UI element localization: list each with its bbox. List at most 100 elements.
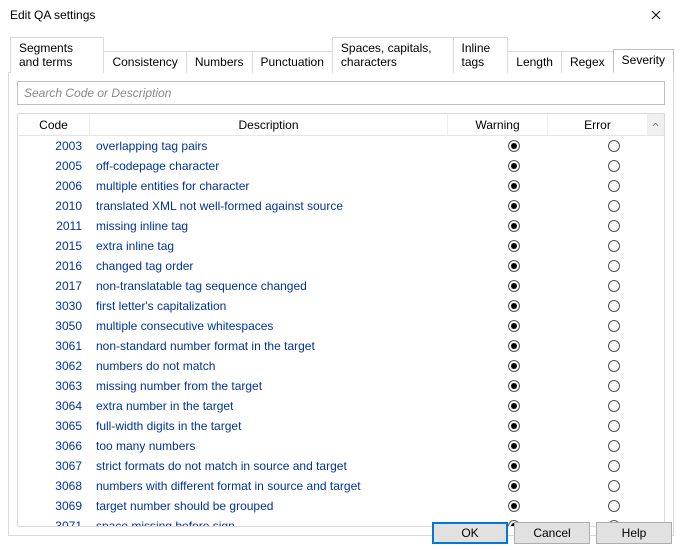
radio-button[interactable] — [608, 240, 620, 252]
cell-warning — [464, 280, 564, 292]
radio-button[interactable] — [508, 480, 520, 492]
radio-button[interactable] — [608, 280, 620, 292]
table-row[interactable]: 3064extra number in the target — [18, 396, 664, 416]
cell-error — [564, 420, 664, 432]
search-input[interactable] — [24, 86, 658, 100]
tab-segments-and-terms[interactable]: Segments and terms — [10, 37, 104, 73]
radio-button[interactable] — [508, 300, 520, 312]
header-description[interactable]: Description — [90, 114, 448, 135]
table-row[interactable]: 2017non-translatable tag sequence change… — [18, 276, 664, 296]
radio-button[interactable] — [608, 440, 620, 452]
cell-warning — [464, 300, 564, 312]
cell-description: overlapping tag pairs — [90, 139, 464, 153]
cell-description: numbers do not match — [90, 359, 464, 373]
titlebar: Edit QA settings — [0, 0, 682, 30]
radio-button[interactable] — [508, 440, 520, 452]
table-row[interactable]: 2015extra inline tag — [18, 236, 664, 256]
radio-button[interactable] — [508, 380, 520, 392]
cell-warning — [464, 460, 564, 472]
tab-numbers[interactable]: Numbers — [186, 51, 253, 73]
radio-dot — [511, 323, 517, 329]
radio-button[interactable] — [608, 220, 620, 232]
radio-button[interactable] — [608, 140, 620, 152]
radio-button[interactable] — [508, 420, 520, 432]
radio-button[interactable] — [608, 420, 620, 432]
grid-body[interactable]: 2003overlapping tag pairs2005off-codepag… — [18, 136, 664, 526]
table-row[interactable]: 3063missing number from the target — [18, 376, 664, 396]
cell-code: 3071 — [18, 519, 90, 526]
radio-button[interactable] — [508, 460, 520, 472]
cell-code: 2010 — [18, 199, 90, 213]
table-row[interactable]: 3069target number should be grouped — [18, 496, 664, 516]
close-button[interactable] — [638, 3, 674, 27]
chevron-up-icon — [652, 121, 659, 129]
table-row[interactable]: 3061non-standard number format in the ta… — [18, 336, 664, 356]
radio-dot — [511, 463, 517, 469]
radio-button[interactable] — [608, 480, 620, 492]
tab-inline-tags[interactable]: Inline tags — [453, 37, 509, 73]
tab-punctuation[interactable]: Punctuation — [252, 51, 333, 73]
table-row[interactable]: 3067strict formats do not match in sourc… — [18, 456, 664, 476]
table-row[interactable]: 3050multiple consecutive whitespaces — [18, 316, 664, 336]
grid-header: Code Description Warning Error — [18, 114, 664, 136]
radio-button[interactable] — [608, 400, 620, 412]
radio-button[interactable] — [608, 460, 620, 472]
radio-button[interactable] — [508, 360, 520, 372]
radio-button[interactable] — [508, 240, 520, 252]
table-row[interactable]: 3030first letter's capitalization — [18, 296, 664, 316]
cell-code: 2016 — [18, 259, 90, 273]
table-row[interactable]: 3062numbers do not match — [18, 356, 664, 376]
tab-consistency[interactable]: Consistency — [103, 51, 186, 73]
header-code[interactable]: Code — [18, 114, 90, 135]
header-warning[interactable]: Warning — [448, 114, 548, 135]
table-row[interactable]: 3065full-width digits in the target — [18, 416, 664, 436]
table-row[interactable]: 2010translated XML not well-formed again… — [18, 196, 664, 216]
radio-button[interactable] — [508, 200, 520, 212]
cell-code: 3061 — [18, 339, 90, 353]
radio-button[interactable] — [508, 180, 520, 192]
radio-button[interactable] — [508, 340, 520, 352]
table-row[interactable]: 3068numbers with different format in sou… — [18, 476, 664, 496]
radio-button[interactable] — [508, 140, 520, 152]
radio-button[interactable] — [608, 300, 620, 312]
radio-button[interactable] — [508, 260, 520, 272]
radio-button[interactable] — [608, 260, 620, 272]
tab-spaces-capitals-characters[interactable]: Spaces, capitals, characters — [332, 37, 454, 73]
radio-button[interactable] — [508, 160, 520, 172]
search-box[interactable] — [17, 81, 665, 105]
ok-button[interactable]: OK — [432, 522, 508, 544]
radio-button[interactable] — [608, 160, 620, 172]
radio-dot — [511, 363, 517, 369]
table-row[interactable]: 2011missing inline tag — [18, 216, 664, 236]
help-button[interactable]: Help — [596, 522, 672, 544]
radio-button[interactable] — [608, 180, 620, 192]
cell-code: 2003 — [18, 139, 90, 153]
table-row[interactable]: 2016changed tag order — [18, 256, 664, 276]
tab-regex[interactable]: Regex — [561, 51, 614, 73]
table-row[interactable]: 3066too many numbers — [18, 436, 664, 456]
cell-error — [564, 140, 664, 152]
cell-code: 3050 — [18, 319, 90, 333]
radio-button[interactable] — [608, 360, 620, 372]
table-row[interactable]: 2005off-codepage character — [18, 156, 664, 176]
header-error[interactable]: Error — [548, 114, 648, 135]
radio-button[interactable] — [608, 500, 620, 512]
table-row[interactable]: 2006multiple entities for character — [18, 176, 664, 196]
cell-warning — [464, 500, 564, 512]
table-row[interactable]: 2003overlapping tag pairs — [18, 136, 664, 156]
tab-length[interactable]: Length — [507, 51, 562, 73]
tab-severity[interactable]: Severity — [613, 49, 674, 73]
radio-button[interactable] — [508, 400, 520, 412]
radio-button[interactable] — [608, 340, 620, 352]
cell-error — [564, 360, 664, 372]
radio-button[interactable] — [508, 280, 520, 292]
radio-button[interactable] — [608, 200, 620, 212]
cell-error — [564, 180, 664, 192]
radio-button[interactable] — [508, 220, 520, 232]
radio-button[interactable] — [508, 500, 520, 512]
radio-button[interactable] — [508, 320, 520, 332]
radio-button[interactable] — [608, 380, 620, 392]
cell-description: extra number in the target — [90, 399, 464, 413]
cancel-button[interactable]: Cancel — [514, 522, 590, 544]
radio-button[interactable] — [608, 320, 620, 332]
